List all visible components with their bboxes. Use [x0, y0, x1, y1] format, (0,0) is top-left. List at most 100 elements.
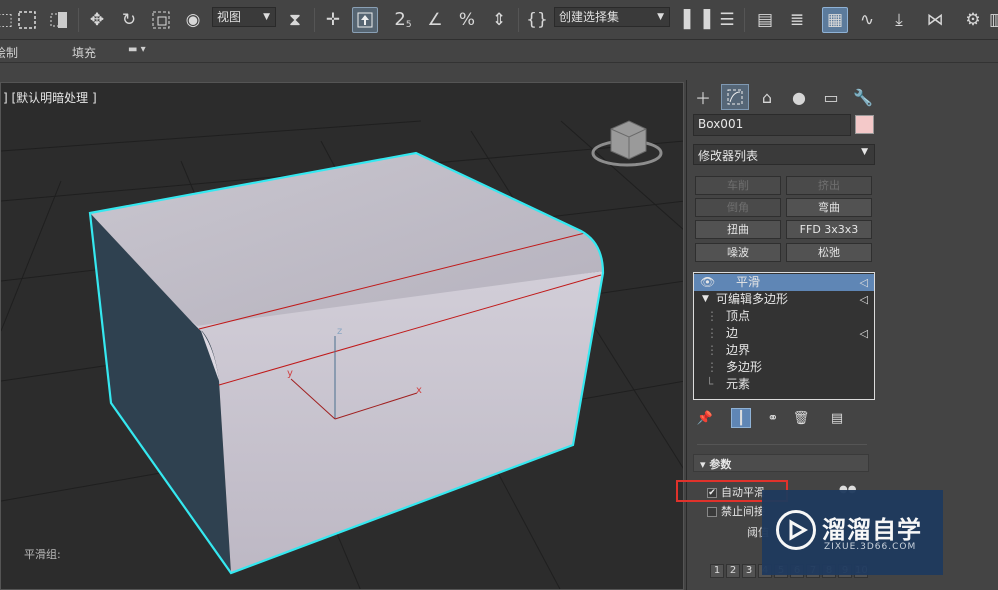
percent-snap-icon[interactable]: % — [454, 7, 480, 33]
eye-icon[interactable]: 👁 — [700, 274, 715, 291]
pivot-center-icon[interactable]: ⧗ — [282, 7, 308, 33]
material-editor-icon[interactable]: ⋈ — [922, 7, 948, 33]
modifier-button-lathe[interactable]: 车削 — [695, 176, 781, 195]
remove-modifier-icon[interactable]: 🗑 — [791, 408, 811, 428]
watermark-subtitle: ZIXUE.3D66.COM — [824, 542, 917, 552]
stack-subitem-edge[interactable]: ⋮ 边 ◁ — [694, 325, 874, 342]
motion-tab-icon[interactable]: ● — [785, 84, 813, 110]
smoothing-group-button[interactable]: 3 — [742, 564, 756, 578]
create-tab-icon[interactable]: ＋ — [689, 84, 717, 110]
modifier-button-relax[interactable]: 松弛 — [786, 243, 872, 262]
rollout-title: ▾ 参数 — [700, 458, 732, 471]
stack-subitem-polygon[interactable]: ⋮ 多边形 — [694, 359, 874, 376]
modifier-button-noise[interactable]: 噪波 — [695, 243, 781, 262]
mirror-icon[interactable]: ▌▐ — [684, 7, 710, 33]
scale-icon[interactable] — [148, 7, 174, 33]
align-icon[interactable]: ☰ — [714, 7, 740, 33]
modify-tab-icon[interactable] — [721, 84, 749, 110]
watermark-title: 溜溜自学 — [822, 516, 922, 544]
snaps-toggle-icon[interactable]: 25 — [388, 7, 418, 33]
select-manipulate-icon[interactable]: ✛ — [320, 7, 346, 33]
viewport-scene[interactable] — [1, 83, 684, 590]
snap-sub-label: 5 — [405, 19, 412, 30]
smoothing-group-button[interactable]: 1 — [710, 564, 724, 578]
rectangular-selection-icon[interactable] — [14, 7, 40, 33]
curve-editor-icon[interactable]: ∿ — [854, 7, 880, 33]
utilities-tab-icon[interactable]: 🔧 — [849, 84, 877, 110]
stack-item-label: 平滑 — [736, 275, 761, 289]
collapse-triangle-icon[interactable]: ▼ — [702, 291, 709, 308]
modifier-button-bevel[interactable]: 倒角 — [695, 198, 781, 217]
chevron-down-icon: ▼ — [263, 12, 270, 22]
modifier-button-extrude[interactable]: 挤出 — [786, 176, 872, 195]
main-toolbar: ⬚ ✥ ↻ ◉ 视图 ▼ ⧗ ✛ 25 ∠ % ⇕ {} 创建选择集 ▼ ▌▐ … — [0, 0, 998, 40]
panel-divider — [697, 444, 867, 445]
spinner-snap-icon[interactable]: ⇕ — [486, 7, 512, 33]
tree-line: ⋮ — [706, 309, 718, 323]
stack-subitem-border[interactable]: ⋮ 边界 — [694, 342, 874, 359]
object-name-field[interactable]: Box001 — [693, 114, 851, 136]
modifier-list-label: 修改器列表 — [698, 149, 759, 163]
toolbar-separator — [78, 8, 79, 32]
rollout-title-text: 参数 — [709, 458, 732, 471]
object-color-swatch[interactable] — [855, 115, 874, 134]
ribbon-fill-tab[interactable]: 填充 — [72, 44, 96, 61]
render-frame-icon[interactable]: ▥ — [984, 7, 998, 33]
modifier-indicator-icon: ◁ — [859, 327, 868, 340]
stack-item-editable-poly[interactable]: ▼ 可编辑多边形 ◁ — [694, 291, 874, 308]
angle-snap-icon[interactable]: ∠ — [422, 7, 448, 33]
pin-stack-icon[interactable]: 📌 — [695, 408, 715, 428]
perspective-viewport[interactable]: ] [默认明暗处理 ] z y x — [0, 82, 684, 590]
smoothing-groups-label: 平滑组: — [24, 548, 61, 561]
ribbon-options-dropdown[interactable]: ▬ ▾ — [128, 44, 146, 55]
smoothing-group-button[interactable]: 2 — [726, 564, 740, 578]
modifier-button-ffd[interactable]: FFD 3x3x3 — [786, 220, 872, 239]
prevent-indirect-label: 禁止间接 — [721, 505, 765, 518]
show-end-result-icon[interactable]: ┃ — [731, 408, 751, 428]
place-icon[interactable]: ◉ — [180, 7, 206, 33]
modifier-indicator-icon: ◁ — [859, 276, 868, 289]
modifier-button-bend[interactable]: 弯曲 — [786, 198, 872, 217]
ribbon-bar: 绘制 填充 ▬ ▾ — [0, 41, 998, 63]
modifier-button-twist[interactable]: 扭曲 — [695, 220, 781, 239]
watermark-badge: 溜溜自学 ZIXUE.3D66.COM — [762, 490, 943, 575]
hierarchy-tab-icon[interactable]: ⌂ — [753, 84, 781, 110]
stack-subitem-element[interactable]: └ 元素 — [694, 376, 874, 393]
edit-named-selection-icon[interactable]: {} — [524, 7, 550, 33]
named-selection-set-dropdown[interactable]: 创建选择集 ▼ — [554, 7, 670, 27]
layer-explorer-icon[interactable]: ≣ — [784, 7, 810, 33]
view-dropdown-label: 视图 — [217, 10, 242, 24]
selection-set-label: 创建选择集 — [559, 10, 620, 24]
stack-item-label: 边界 — [726, 343, 751, 357]
reference-coordinate-dropdown[interactable]: 视图 ▼ — [212, 7, 276, 27]
tree-line: └ — [706, 377, 714, 391]
make-unique-icon[interactable]: ⚭ — [763, 408, 783, 428]
schematic-view-icon[interactable]: ⤓ — [886, 7, 912, 33]
rotate-icon[interactable]: ↻ — [116, 7, 142, 33]
ribbon-draw-tab[interactable]: 绘制 — [0, 44, 18, 61]
snap-label: 2 — [394, 9, 406, 30]
stack-item-label: 顶点 — [726, 309, 751, 323]
tree-line: ⋮ — [706, 360, 718, 374]
move-icon[interactable]: ✥ — [84, 7, 110, 33]
tree-line: ⋮ — [706, 343, 718, 357]
modifier-list-dropdown[interactable]: 修改器列表 ▼ — [693, 144, 875, 165]
viewport-shading-label[interactable]: ] [默认明暗处理 ] — [3, 89, 97, 106]
keyboard-shortcut-override-icon[interactable] — [352, 7, 378, 33]
parameters-rollout-header[interactable]: ▾ 参数 — [693, 454, 869, 472]
configure-modifier-sets-icon[interactable]: ▤ — [827, 408, 847, 428]
stack-item-label: 多边形 — [726, 360, 763, 374]
scene-explorer-icon[interactable]: ▤ — [752, 7, 778, 33]
prevent-indirect-checkbox[interactable]: 禁止间接 — [707, 503, 765, 519]
window-crossing-icon[interactable] — [46, 7, 72, 33]
stack-item-label: 边 — [726, 326, 739, 340]
stack-subitem-vertex[interactable]: ⋮ 顶点 — [694, 308, 874, 325]
checkbox-box[interactable] — [707, 507, 717, 517]
toolbar-separator — [314, 8, 315, 32]
play-logo-icon — [776, 510, 816, 550]
toolbar-separator — [744, 8, 745, 32]
ribbon-toggle-icon[interactable]: ▦ — [822, 7, 848, 33]
stack-item-smooth[interactable]: 👁 平滑 ◁ — [694, 274, 874, 291]
display-tab-icon[interactable]: ▭ — [817, 84, 845, 110]
render-setup-icon[interactable]: ⚙ — [960, 7, 986, 33]
